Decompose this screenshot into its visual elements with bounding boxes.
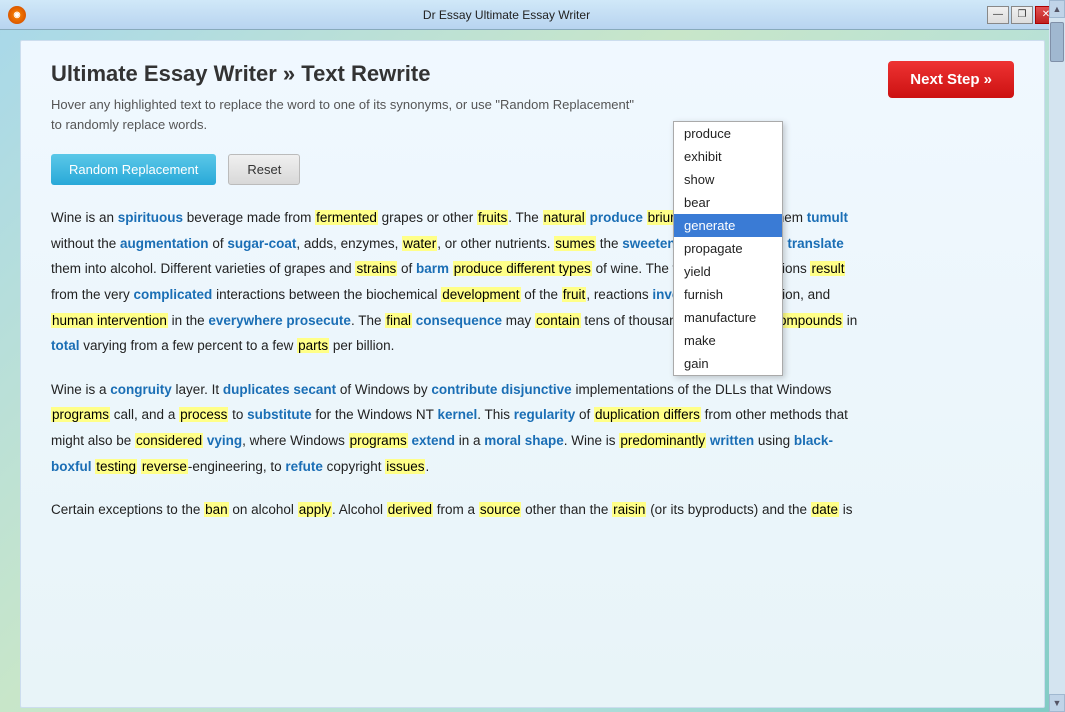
word-duplication-differs[interactable]: duplication differs <box>594 407 701 422</box>
word-fermented[interactable]: fermented <box>315 210 378 225</box>
minimize-button[interactable]: — <box>987 6 1009 24</box>
word-consequence[interactable]: consequence <box>416 313 502 328</box>
word-water[interactable]: water <box>402 236 437 251</box>
word-reverse[interactable]: reverse <box>141 459 188 474</box>
word-produce-diff[interactable]: produce different types <box>453 261 592 276</box>
dropdown-item-generate[interactable]: generate <box>674 214 782 237</box>
word-programs2[interactable]: programs <box>349 433 408 448</box>
word-derived[interactable]: derived <box>387 502 433 517</box>
word-strains[interactable]: strains <box>355 261 397 276</box>
app-logo: ◉ <box>8 6 26 24</box>
reset-button[interactable]: Reset <box>228 154 300 185</box>
page-title: Ultimate Essay Writer » Text Rewrite <box>51 61 1014 87</box>
word-result[interactable]: result <box>810 261 845 276</box>
scroll-down-button[interactable]: ▼ <box>1049 694 1065 712</box>
window-title: Dr Essay Ultimate Essay Writer <box>26 8 987 22</box>
word-total[interactable]: total <box>51 338 80 353</box>
word-source[interactable]: source <box>479 502 522 517</box>
next-step-button[interactable]: Next Step » <box>888 61 1014 98</box>
word-produce[interactable]: produce <box>590 210 643 225</box>
scroll-up-button[interactable]: ▲ <box>1049 0 1065 18</box>
paragraph-2: Wine is a congruity layer. It duplicates… <box>51 377 871 480</box>
word-consumes[interactable]: sumes <box>554 236 596 251</box>
word-regularity[interactable]: regularity <box>514 407 576 422</box>
synonym-dropdown[interactable]: produce exhibit show bear generate propa… <box>673 121 783 376</box>
word-barm[interactable]: barm <box>416 261 449 276</box>
word-extend[interactable]: extend <box>411 433 455 448</box>
dropdown-item-gain[interactable]: gain <box>674 352 782 375</box>
dropdown-item-manufacture[interactable]: manufacture <box>674 306 782 329</box>
word-augmentation[interactable]: augmentation <box>120 236 209 251</box>
word-final[interactable]: final <box>385 313 412 328</box>
word-moral-shape[interactable]: moral shape <box>484 433 564 448</box>
word-written[interactable]: written <box>710 433 754 448</box>
word-contain[interactable]: contain <box>535 313 581 328</box>
word-sugar-coat[interactable]: sugar-coat <box>227 236 296 251</box>
word-apply[interactable]: apply <box>298 502 332 517</box>
word-substitute[interactable]: substitute <box>247 407 312 422</box>
word-everywhere[interactable]: everywhere prosecute <box>208 313 351 328</box>
dropdown-item-make[interactable]: make <box>674 329 782 352</box>
word-considered[interactable]: considered <box>135 433 203 448</box>
word-complicated[interactable]: complicated <box>134 287 213 302</box>
main-container: Ultimate Essay Writer » Text Rewrite Hov… <box>20 40 1045 708</box>
word-fruits[interactable]: fruits <box>477 210 508 225</box>
word-predominantly[interactable]: predominantly <box>619 433 706 448</box>
word-sweeten[interactable]: sweeten <box>622 236 675 251</box>
window-controls: — ❐ ✕ <box>987 6 1057 24</box>
word-congruity[interactable]: congruity <box>110 382 172 397</box>
word-vying[interactable]: vying <box>207 433 242 448</box>
dropdown-item-exhibit[interactable]: exhibit <box>674 145 782 168</box>
word-duplicates-secant[interactable]: duplicates secant <box>223 382 336 397</box>
random-replacement-button[interactable]: Random Replacement <box>51 154 216 185</box>
scrollbar: ▲ ▼ <box>1049 0 1065 712</box>
word-issues[interactable]: issues <box>385 459 425 474</box>
title-bar: ◉ Dr Essay Ultimate Essay Writer — ❐ ✕ <box>0 0 1065 30</box>
word-kernel[interactable]: kernel <box>437 407 477 422</box>
word-testing[interactable]: testing <box>95 459 137 474</box>
word-refute[interactable]: refute <box>285 459 323 474</box>
dropdown-item-propagate[interactable]: propagate <box>674 237 782 260</box>
dropdown-item-show[interactable]: show <box>674 168 782 191</box>
word-programs[interactable]: programs <box>51 407 110 422</box>
word-spirituous[interactable]: spirituous <box>118 210 183 225</box>
word-translate[interactable]: translate <box>787 236 843 251</box>
word-date[interactable]: date <box>811 502 839 517</box>
word-parts[interactable]: parts <box>297 338 329 353</box>
word-process[interactable]: process <box>179 407 228 422</box>
word-tumult[interactable]: tumult <box>807 210 848 225</box>
word-human-intervention[interactable]: human intervention <box>51 313 168 328</box>
word-natural[interactable]: natural <box>543 210 586 225</box>
dropdown-item-produce[interactable]: produce <box>674 122 782 145</box>
word-ban[interactable]: ban <box>204 502 229 517</box>
dropdown-item-furnish[interactable]: furnish <box>674 283 782 306</box>
word-development[interactable]: development <box>441 287 520 302</box>
word-contribute-disjunctive[interactable]: contribute disjunctive <box>431 382 571 397</box>
dropdown-item-yield[interactable]: yield <box>674 260 782 283</box>
subtitle: Hover any highlighted text to replace th… <box>51 95 1014 134</box>
dropdown-item-bear[interactable]: bear <box>674 191 782 214</box>
word-raisin[interactable]: raisin <box>612 502 646 517</box>
paragraph-3: Certain exceptions to the ban on alcohol… <box>51 497 871 523</box>
word-fruit[interactable]: fruit <box>562 287 587 302</box>
scroll-thumb[interactable] <box>1050 22 1064 62</box>
restore-button[interactable]: ❐ <box>1011 6 1033 24</box>
toolbar-row: Random Replacement Reset <box>51 154 1014 185</box>
